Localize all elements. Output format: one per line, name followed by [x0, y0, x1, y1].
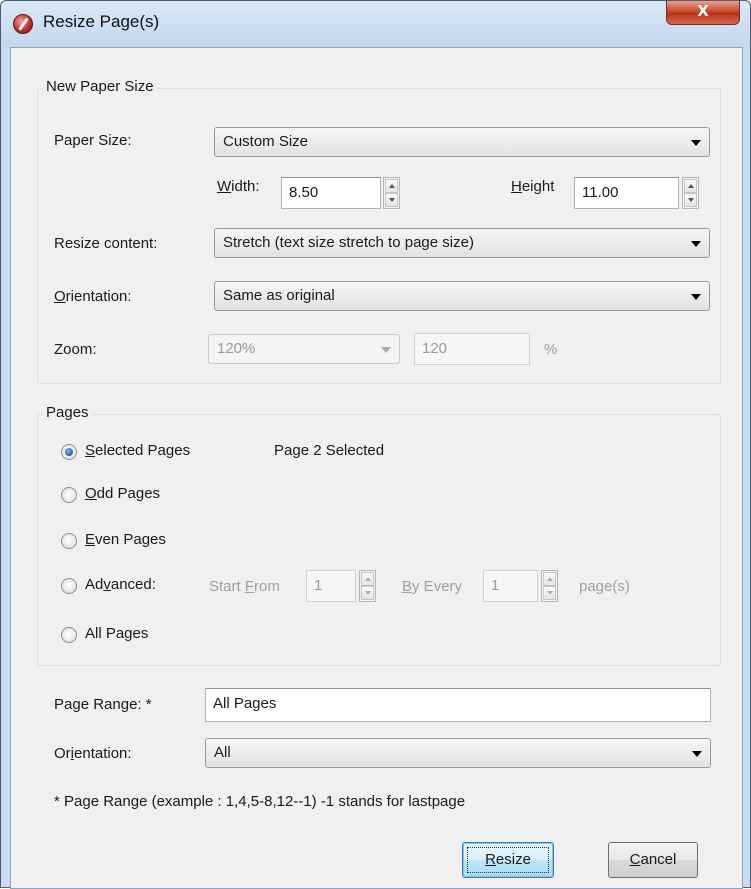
resize-button[interactable]: Resize — [462, 842, 554, 878]
by-every-spinner[interactable] — [541, 570, 558, 602]
radio-unselected-icon — [61, 578, 77, 594]
radio-unselected-icon — [61, 533, 77, 549]
spin-down-icon[interactable] — [684, 193, 697, 207]
chevron-down-icon — [691, 241, 701, 247]
spin-down-icon[interactable] — [361, 586, 374, 600]
radio-selected-icon — [61, 444, 77, 460]
odd-pages-label: Odd Pages — [85, 485, 161, 502]
by-every-field[interactable]: 1 — [483, 570, 538, 602]
advanced-label: Advanced: — [85, 576, 156, 593]
resize-content-value: Stretch (text size stretch to page size) — [223, 234, 474, 251]
even-pages-label: Even Pages — [85, 531, 166, 548]
selected-pages-label: Selected Pages — [85, 442, 191, 459]
height-spinner[interactable] — [682, 177, 699, 209]
paper-size-label: Paper Size: — [54, 132, 132, 149]
zoom-unit: % — [544, 341, 558, 358]
width-field[interactable]: 8.50 — [281, 177, 381, 209]
range-orientation-label: Orientation: — [54, 745, 132, 762]
start-from-spinner[interactable] — [359, 570, 376, 602]
selected-pages-info: Page 2 Selected — [274, 442, 385, 459]
app-logo-icon — [13, 14, 33, 34]
orientation-value: Same as original — [223, 287, 335, 304]
orientation-label: Orientation: — [54, 288, 132, 305]
paper-size-value: Custom Size — [223, 133, 309, 150]
width-label: Width: — [217, 178, 260, 195]
spin-up-icon[interactable] — [361, 572, 374, 586]
dialog-body: New Paper Size Paper Size: Custom Size W… — [10, 47, 743, 889]
pages-suffix-label: page(s) — [579, 578, 630, 595]
resize-button-label: Resize — [485, 851, 531, 868]
chevron-down-icon — [381, 347, 391, 353]
page-range-field[interactable]: All Pages — [205, 688, 711, 722]
start-from-field[interactable]: 1 — [306, 570, 356, 602]
spin-up-icon[interactable] — [684, 179, 697, 193]
width-spinner[interactable] — [383, 177, 400, 209]
spin-up-icon[interactable] — [543, 572, 556, 586]
start-from-label: Start From — [209, 578, 280, 595]
zoom-dropdown[interactable]: 120% — [208, 334, 400, 364]
all-pages-label: All Pages — [85, 625, 149, 642]
spin-down-icon[interactable] — [543, 586, 556, 600]
zoom-dropdown-value: 120% — [217, 340, 256, 357]
radio-unselected-icon — [61, 627, 77, 643]
cancel-button-label: Cancel — [629, 851, 677, 868]
window-title: Resize Page(s) — [43, 12, 160, 31]
zoom-label: Zoom: — [54, 341, 97, 358]
chevron-down-icon — [692, 751, 702, 757]
height-label: Height — [511, 178, 555, 195]
chevron-down-icon — [691, 140, 701, 146]
pages-group-title: Pages — [43, 404, 92, 421]
resize-pages-dialog: Resize Page(s) X New Paper Size Paper Si… — [0, 0, 751, 889]
height-field[interactable]: 11.00 — [574, 177, 679, 209]
chevron-down-icon — [691, 294, 701, 300]
radio-unselected-icon — [61, 487, 77, 503]
resize-content-dropdown[interactable]: Stretch (text size stretch to page size) — [214, 228, 710, 258]
paper-size-dropdown[interactable]: Custom Size — [214, 127, 710, 157]
zoom-field[interactable]: 120 — [414, 333, 530, 365]
paper-size-group-title: New Paper Size — [43, 78, 157, 95]
orientation-dropdown[interactable]: Same as original — [214, 281, 710, 311]
spin-up-icon[interactable] — [385, 179, 398, 193]
by-every-label: By Every — [402, 578, 463, 595]
spin-down-icon[interactable] — [385, 193, 398, 207]
cancel-button[interactable]: Cancel — [608, 842, 698, 878]
close-button[interactable]: X — [666, 1, 740, 25]
title-bar[interactable]: Resize Page(s) X — [1, 1, 750, 47]
range-orientation-dropdown[interactable]: All — [205, 738, 711, 768]
page-range-hint: * Page Range (example : 1,4,5-8,12--1) -… — [54, 793, 466, 810]
resize-content-label: Resize content: — [54, 235, 158, 252]
range-orientation-value: All — [214, 744, 231, 761]
page-range-label: Page Range: * — [54, 696, 152, 713]
